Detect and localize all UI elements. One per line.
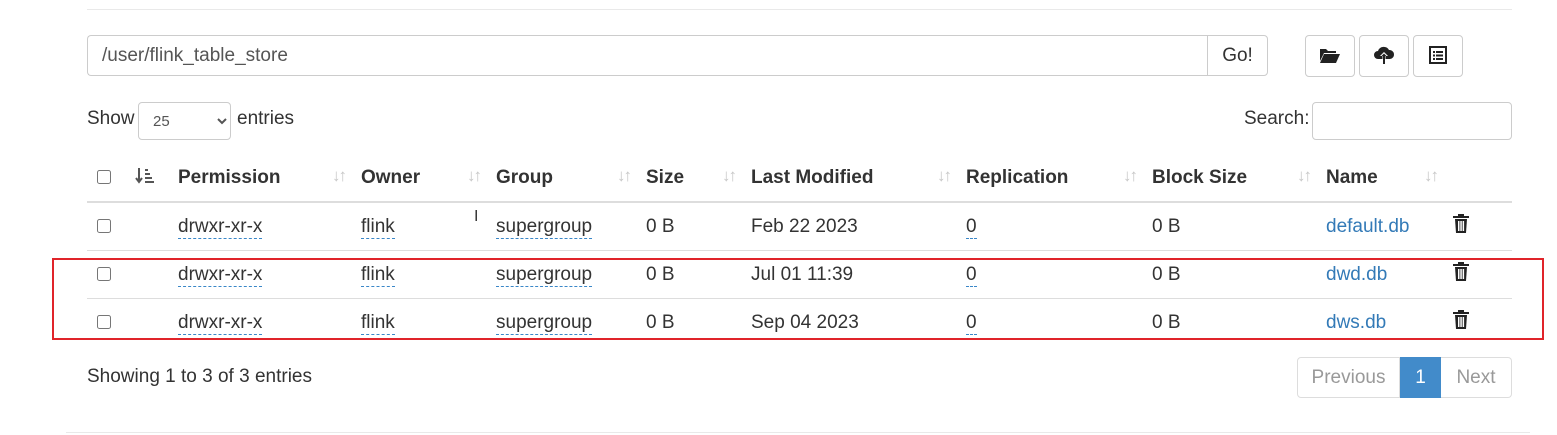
- row-checkbox[interactable]: [97, 219, 111, 234]
- sort-icon: ↓↑: [617, 166, 632, 185]
- sort-icon: ↓↑: [332, 166, 347, 185]
- group-cell[interactable]: supergroup: [496, 263, 593, 287]
- sort-icon: ↓↑: [937, 166, 952, 185]
- select-all-checkbox[interactable]: [97, 170, 111, 185]
- top-divider: [87, 9, 1512, 10]
- text-cursor-icon: I: [474, 208, 479, 225]
- next-page-button[interactable]: Next: [1441, 357, 1512, 398]
- permission-cell[interactable]: drwxr-xr-x: [178, 311, 263, 335]
- owner-cell[interactable]: flink: [361, 311, 395, 335]
- folder-open-icon: [1319, 46, 1341, 67]
- path-input[interactable]: [87, 35, 1207, 76]
- permission-cell[interactable]: drwxr-xr-x: [178, 263, 263, 287]
- trash-icon[interactable]: [1453, 214, 1469, 239]
- column-header-last-modified[interactable]: Last Modified ↓↑: [751, 154, 966, 203]
- header-label: Size: [646, 166, 685, 188]
- block-size-cell: 0 B: [1152, 215, 1181, 237]
- column-header-size[interactable]: Size ↓↑: [646, 154, 751, 203]
- replication-cell[interactable]: 0: [966, 263, 977, 287]
- block-size-cell: 0 B: [1152, 250, 1326, 299]
- group-cell[interactable]: supergroup: [496, 311, 593, 335]
- last-modified-cell: Jul 01 11:39: [751, 250, 966, 299]
- sort-icon: ↓↑: [722, 166, 737, 185]
- column-header-name[interactable]: Name ↓↑: [1326, 154, 1453, 203]
- sort-amount-icon: [135, 166, 155, 192]
- last-modified-cell: Sep 04 2023: [751, 298, 966, 346]
- header-label: Owner: [361, 166, 421, 188]
- header-label: Name: [1326, 166, 1378, 188]
- entries-per-page-select[interactable]: 25: [138, 102, 231, 140]
- go-button[interactable]: Go!: [1207, 35, 1268, 76]
- size-cell: 0 B: [646, 215, 675, 237]
- owner-cell[interactable]: flink: [361, 215, 395, 239]
- upload-button[interactable]: [1359, 35, 1409, 77]
- file-table: Permission ↓↑ Owner ↓↑ Group ↓↑ Size ↓↑ Last…: [87, 154, 1512, 346]
- previous-page-button[interactable]: Previous: [1297, 357, 1400, 398]
- file-name-link[interactable]: default.db: [1326, 216, 1409, 237]
- create-directory-button[interactable]: [1305, 35, 1355, 77]
- sort-icon: ↓↑: [1123, 166, 1138, 185]
- column-header-replication[interactable]: Replication ↓↑: [966, 154, 1152, 203]
- row-checkbox[interactable]: [97, 315, 111, 330]
- column-header-permission[interactable]: Permission ↓↑: [178, 154, 361, 203]
- sort-icon: ↓↑: [467, 166, 482, 185]
- cloud-upload-icon: [1373, 45, 1395, 68]
- search-label: Search:: [1244, 108, 1310, 129]
- size-cell: 0 B: [646, 298, 751, 346]
- table-row: drwxr-xr-x flink supergroup 0 B Jul 01 1…: [87, 250, 1512, 299]
- header-label: Group: [496, 166, 553, 188]
- trash-icon[interactable]: [1453, 310, 1469, 335]
- column-header-block-size[interactable]: Block Size ↓↑: [1152, 154, 1326, 203]
- path-bar: Go!: [87, 35, 1268, 76]
- list-alt-icon: [1429, 45, 1447, 67]
- row-checkbox[interactable]: [97, 267, 111, 282]
- header-label: Block Size: [1152, 166, 1248, 188]
- owner-cell[interactable]: flink: [361, 263, 395, 287]
- cut-paste-button[interactable]: [1413, 35, 1463, 77]
- size-cell: 0 B: [646, 250, 751, 299]
- entries-label: entries: [237, 108, 295, 129]
- column-header-group[interactable]: Group ↓↑: [496, 154, 646, 203]
- sort-column-header[interactable]: [129, 154, 178, 203]
- show-label: Show: [87, 108, 135, 129]
- sort-icon: ↓↑: [1424, 166, 1439, 185]
- last-modified-cell: Feb 22 2023: [751, 215, 858, 237]
- permission-cell[interactable]: drwxr-xr-x: [178, 215, 263, 239]
- file-name-link[interactable]: dwd.db: [1326, 264, 1387, 285]
- select-all-header: [87, 154, 129, 203]
- pagination: Previous 1 Next: [1297, 357, 1512, 398]
- column-header-owner[interactable]: Owner ↓↑: [361, 154, 496, 203]
- search-input[interactable]: [1312, 102, 1512, 140]
- file-name-link[interactable]: dws.db: [1326, 312, 1386, 333]
- table-row: drwxr-xr-x flink supergroup 0 B Sep 04 2…: [87, 298, 1512, 346]
- header-label: Permission: [178, 166, 281, 188]
- replication-cell[interactable]: 0: [966, 215, 977, 239]
- block-size-cell: 0 B: [1152, 298, 1326, 346]
- page-1-button[interactable]: 1: [1400, 357, 1441, 398]
- sort-icon: ↓↑: [1297, 166, 1312, 185]
- replication-cell[interactable]: 0: [966, 311, 977, 335]
- header-label: Last Modified: [751, 166, 874, 188]
- header-label: Replication: [966, 166, 1069, 188]
- trash-icon[interactable]: [1453, 262, 1469, 287]
- bottom-divider: [66, 432, 1530, 433]
- actions-header: [1453, 154, 1512, 203]
- table-row: drwxr-xr-x flink supergroup 0 B Feb 22 2…: [87, 202, 1512, 251]
- table-info: Showing 1 to 3 of 3 entries: [87, 366, 312, 387]
- group-cell[interactable]: supergroup: [496, 215, 593, 239]
